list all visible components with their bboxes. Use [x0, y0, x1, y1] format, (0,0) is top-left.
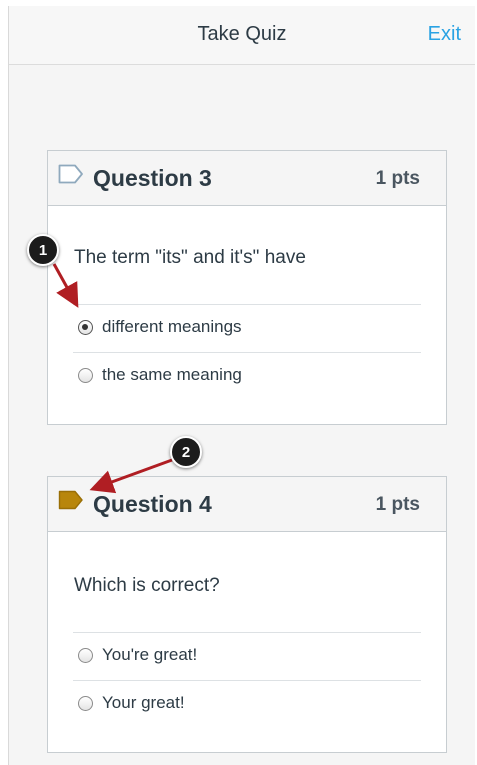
divider — [73, 680, 421, 681]
question-points: 1 pts — [375, 168, 420, 189]
divider — [73, 352, 421, 353]
exit-button[interactable]: Exit — [428, 23, 461, 46]
question-title: Question 3 — [93, 165, 212, 191]
nav-bar: Take Quiz Exit — [9, 6, 475, 65]
radio-unselected-icon[interactable] — [78, 647, 93, 663]
divider — [73, 632, 421, 633]
callout-badge: 2 — [170, 436, 202, 468]
answer-label: Your great! — [102, 693, 185, 712]
answer-option[interactable]: Your great! — [78, 688, 185, 718]
quiz-screen: Take Quiz Exit Question 3 1 pts The term… — [8, 6, 475, 765]
flag-filled-icon[interactable] — [58, 489, 84, 511]
question-header: Question 4 1 pts — [48, 477, 446, 532]
answer-label: different meanings — [102, 317, 242, 336]
question-card: Question 4 1 pts Which is correct? You'r… — [47, 476, 447, 753]
question-card: Question 3 1 pts The term "its" and it's… — [47, 150, 447, 425]
question-text: The term "its" and it's" have — [74, 247, 306, 268]
flag-outline-icon[interactable] — [58, 163, 84, 185]
callout-badge: 1 — [27, 234, 59, 266]
answer-option[interactable]: You're great! — [78, 640, 197, 670]
question-title: Question 4 — [93, 491, 212, 517]
radio-unselected-icon[interactable] — [78, 695, 93, 711]
question-text: Which is correct? — [74, 575, 220, 596]
question-header: Question 3 1 pts — [48, 151, 446, 206]
radio-unselected-icon[interactable] — [78, 367, 93, 383]
divider — [73, 304, 421, 305]
page-title: Take Quiz — [197, 23, 287, 45]
answer-label: the same meaning — [102, 365, 242, 384]
answer-option[interactable]: different meanings — [78, 312, 242, 342]
radio-selected-icon[interactable] — [78, 319, 93, 335]
answer-label: You're great! — [102, 645, 198, 664]
question-points: 1 pts — [375, 494, 420, 515]
answer-option[interactable]: the same meaning — [78, 360, 242, 390]
